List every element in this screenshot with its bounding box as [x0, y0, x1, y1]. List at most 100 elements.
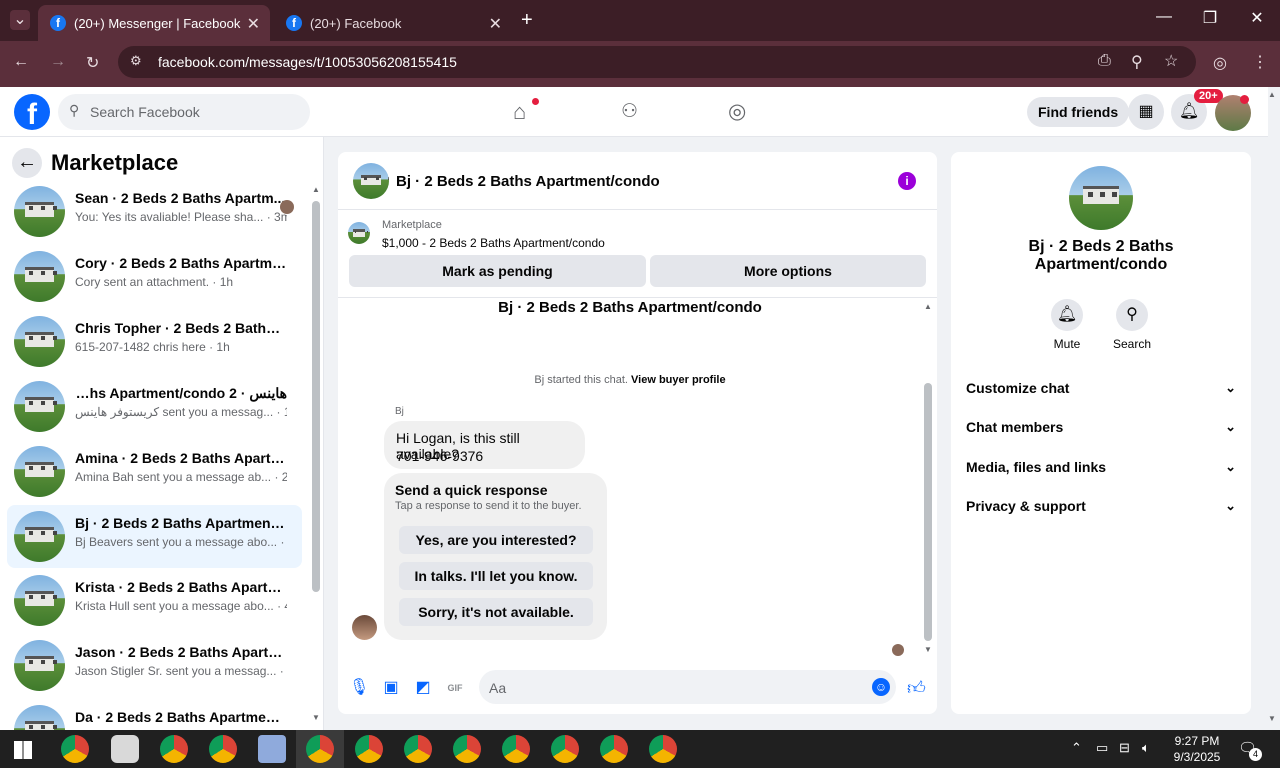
- volume-icon[interactable]: 🔈︎: [1142, 740, 1150, 756]
- sender-avatar[interactable]: [352, 615, 377, 640]
- tab-list-icon[interactable]: ⌄: [10, 10, 30, 30]
- quick-response-in-talks-button[interactable]: In talks. I'll let you know.: [399, 562, 593, 590]
- groups-icon[interactable]: ◎: [728, 99, 746, 124]
- search-input[interactable]: ⚲ Search Facebook: [58, 94, 310, 130]
- site-info-icon[interactable]: ⚙: [130, 53, 142, 69]
- address-bar[interactable]: ⚙ facebook.com/messages/t/10053056208155…: [118, 46, 1196, 78]
- customize-chat-section[interactable]: Customize chat ⌄: [966, 380, 1236, 396]
- conversation-item[interactable]: Sean · 2 Beds 2 Baths Apartm... You: Yes…: [7, 180, 302, 243]
- battery-icon[interactable]: ▭: [1096, 740, 1108, 756]
- chat-members-section[interactable]: Chat members ⌄: [966, 419, 1236, 435]
- conversation-name: هاينس · 2 Beds 2 Baths Apartment/condo: [75, 385, 287, 401]
- section-label: Privacy & support: [966, 498, 1086, 514]
- page-scroll-up-icon[interactable]: ▲: [1268, 90, 1276, 99]
- scroll-down-icon[interactable]: ▼: [924, 645, 932, 654]
- bookmark-star-icon[interactable]: ☆: [1164, 51, 1178, 71]
- paint-taskbar-icon[interactable]: [111, 735, 139, 763]
- facebook-header: f ⚲ Search Facebook ⌂ ⚇ ◎ Find friends ▦…: [0, 87, 1268, 137]
- gif-icon[interactable]: GIF: [444, 679, 466, 697]
- conversation-item[interactable]: Chris Topher · 2 Beds 2 Baths Ap... 615-…: [7, 310, 302, 373]
- home-icon[interactable]: ⌂: [513, 99, 526, 125]
- taskbar-clock[interactable]: 9:27 PM 9/3/2025: [1166, 733, 1228, 765]
- facebook-logo-icon[interactable]: f: [14, 94, 50, 130]
- media-files-links-section[interactable]: Media, files and links ⌄: [966, 459, 1236, 475]
- chevron-down-icon: ⌄: [1225, 419, 1236, 434]
- started-text: Bj started this chat.: [534, 374, 628, 386]
- reload-icon[interactable]: ↻: [86, 53, 99, 73]
- view-buyer-profile-link[interactable]: View buyer profile: [631, 374, 726, 386]
- mute-button[interactable]: 🔔︎ Mute: [1037, 299, 1097, 351]
- chrome-taskbar-icon[interactable]: [61, 735, 89, 763]
- details-title: Bj · 2 Beds 2 Baths Apartment/condo: [1028, 238, 1174, 273]
- more-options-button[interactable]: More options: [650, 255, 926, 287]
- thread-intro-title: Bj · 2 Beds 2 Baths Apartment/condo: [498, 299, 762, 316]
- chrome-taskbar-icon[interactable]: [600, 735, 628, 763]
- zoom-icon[interactable]: ⚲: [1131, 52, 1143, 72]
- thumbs-up-icon[interactable]: 👍︎: [907, 679, 926, 697]
- search-conversation-button[interactable]: ⚲ Search: [1102, 299, 1162, 351]
- tab-messenger[interactable]: f (20+) Messenger | Facebook ✕: [38, 5, 270, 41]
- privacy-support-section[interactable]: Privacy & support ⌄: [966, 498, 1236, 514]
- chrome-taskbar-icon[interactable]: [209, 735, 237, 763]
- find-friends-button[interactable]: Find friends: [1027, 97, 1130, 127]
- menu-grid-icon[interactable]: ▦: [1128, 94, 1164, 130]
- tray-chevron-up-icon[interactable]: ⌃: [1071, 740, 1082, 756]
- profile-icon[interactable]: ◎: [1213, 53, 1227, 73]
- conversation-item[interactable]: Jason · 2 Beds 2 Baths Apartme... Jason …: [7, 634, 302, 697]
- scroll-up-icon[interactable]: ▲: [924, 302, 932, 311]
- chrome-taskbar-icon[interactable]: [453, 735, 481, 763]
- scroll-down-icon[interactable]: ▼: [312, 713, 320, 722]
- tab-facebook[interactable]: f (20+) Facebook ✕: [274, 5, 512, 41]
- start-menu-icon[interactable]: [14, 741, 32, 759]
- chat-title[interactable]: Bj · 2 Beds 2 Baths Apartment/condo: [396, 173, 660, 190]
- back-icon[interactable]: ←: [13, 53, 29, 71]
- chrome-taskbar-icon[interactable]: [502, 735, 530, 763]
- minimize-icon[interactable]: —: [1149, 8, 1179, 26]
- conversation-list-scrollbar[interactable]: [312, 201, 320, 592]
- chrome-taskbar-icon[interactable]: [649, 735, 677, 763]
- install-app-icon[interactable]: ⎙: [1098, 52, 1111, 70]
- photo-icon[interactable]: ▣: [382, 679, 400, 697]
- quick-response-yes-button[interactable]: Yes, are you interested?: [399, 526, 593, 554]
- conversation-item[interactable]: Cory · 2 Beds 2 Baths Apartmen... Cory s…: [7, 245, 302, 308]
- listing-thumbnail[interactable]: [353, 163, 389, 199]
- conversation-item[interactable]: Da · 2 Beds 2 Baths Apartment/...: [7, 699, 302, 730]
- back-arrow-icon[interactable]: ←: [12, 148, 42, 178]
- network-icon[interactable]: ⊟: [1119, 740, 1130, 756]
- listing-thumbnail: [14, 511, 65, 562]
- close-tab-icon[interactable]: ✕: [489, 14, 502, 34]
- chrome-taskbar-icon[interactable]: [306, 735, 334, 763]
- scroll-up-icon[interactable]: ▲: [312, 185, 320, 194]
- chrome-menu-icon[interactable]: ⋮: [1252, 52, 1268, 72]
- microphone-icon[interactable]: 🎙︎: [349, 679, 369, 697]
- page-scroll-down-icon[interactable]: ▼: [1268, 714, 1276, 723]
- conversation-name: Da · 2 Beds 2 Baths Apartment/...: [75, 709, 287, 725]
- conversation-item[interactable]: Krista · 2 Beds 2 Baths Apartme... Krist…: [7, 569, 302, 632]
- chrome-taskbar-icon[interactable]: [160, 735, 188, 763]
- conversation-name: Krista · 2 Beds 2 Baths Apartme...: [75, 579, 287, 595]
- sticker-icon[interactable]: ◩: [414, 679, 432, 697]
- mark-as-pending-button[interactable]: Mark as pending: [349, 255, 646, 287]
- message-input-placeholder: Aa: [489, 680, 507, 696]
- emoji-icon[interactable]: ☺: [872, 678, 890, 696]
- window-close-icon[interactable]: ✕: [1242, 8, 1272, 28]
- info-icon[interactable]: i: [898, 172, 916, 190]
- friends-icon[interactable]: ⚇: [621, 100, 638, 123]
- chat-panel: Bj · 2 Beds 2 Baths Apartment/condo i Ma…: [338, 152, 937, 714]
- app-taskbar-icon[interactable]: [258, 735, 286, 763]
- close-tab-icon[interactable]: ✕: [247, 14, 260, 34]
- conversation-item-selected[interactable]: Bj · 2 Beds 2 Baths Apartment/c... Bj Be…: [7, 505, 302, 568]
- restore-icon[interactable]: ❐: [1195, 8, 1225, 28]
- listing-title[interactable]: $1,000 - 2 Beds 2 Baths Apartment/condo: [382, 236, 605, 250]
- message-composer: 🎙︎ ▣ ◩ GIF Aa ☺ 👍︎: [338, 664, 937, 712]
- chrome-taskbar-icon[interactable]: [551, 735, 579, 763]
- forward-icon[interactable]: →: [50, 53, 66, 71]
- chrome-taskbar-icon[interactable]: [404, 735, 432, 763]
- conversation-item[interactable]: Amina · 2 Beds 2 Baths Apartme... Amina …: [7, 440, 302, 503]
- chrome-taskbar-icon[interactable]: [355, 735, 383, 763]
- quick-response-not-available-button[interactable]: Sorry, it's not available.: [399, 598, 593, 626]
- new-tab-icon[interactable]: +: [521, 9, 533, 32]
- chat-scrollbar[interactable]: [924, 383, 932, 641]
- conversation-item[interactable]: هاينس · 2 Beds 2 Baths Apartment/condo ك…: [7, 375, 302, 438]
- message-input[interactable]: Aa ☺: [479, 670, 896, 704]
